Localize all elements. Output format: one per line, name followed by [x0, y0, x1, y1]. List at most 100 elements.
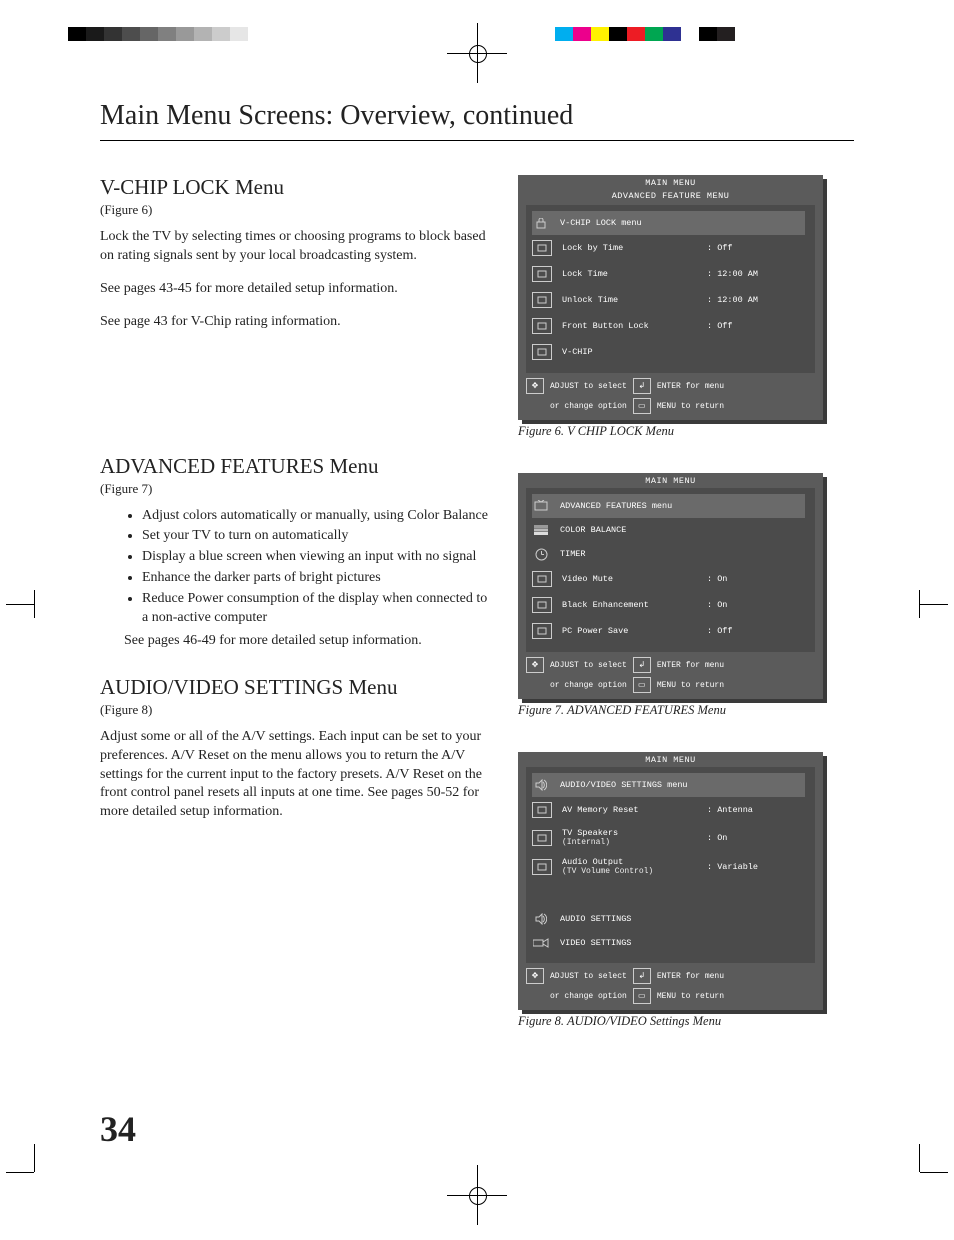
osd-item-sublabel: (Internal): [562, 838, 707, 847]
osd-item-label: AUDIO SETTINGS: [560, 914, 705, 924]
box-icon: [532, 802, 552, 818]
osd-menu-row: TV Speakers(Internal): On: [532, 823, 805, 852]
color-bars-icon: [532, 523, 550, 537]
hint-adjust: ADJUST to select: [550, 972, 627, 981]
hint-adjust: ADJUST to select: [550, 382, 627, 391]
osd-menu-row: TIMER: [532, 542, 805, 566]
osd-menu-row: Lock Time: 12:00 AM: [532, 261, 805, 287]
adv-bullet-list: Adjust colors automatically or manually,…: [100, 507, 490, 628]
osd-menu-row: V-CHIP: [532, 339, 805, 365]
osd-vchip-menu: MAIN MENU ADVANCED FEATURE MENU V-CHIP L…: [518, 175, 823, 420]
osd-item-sublabel: (TV Volume Control): [562, 867, 707, 876]
vchip-paragraph-3: See page 43 for V-Chip rating informatio…: [100, 313, 490, 332]
box-icon: [532, 597, 552, 613]
av-heading: AUDIO/VIDEO SETTINGS Menu: [100, 675, 490, 700]
osd-item-value: : Variable: [707, 862, 758, 872]
adv-bullet-item: Set your TV to turn on automatically: [142, 527, 490, 546]
adv-see-pages: See pages 46-49 for more detailed setup …: [124, 632, 490, 651]
tv-icon: [532, 499, 550, 513]
osd-item-label: V-CHIP LOCK menu: [560, 218, 705, 228]
osd-item-label: Lock Time: [562, 269, 707, 279]
adjust-icon: ✥: [526, 378, 544, 394]
hint-change: or change option: [550, 402, 627, 411]
osd-menu-row: COLOR BALANCE: [532, 518, 805, 542]
osd-item-label: PC Power Save: [562, 626, 707, 636]
vchip-heading: V-CHIP LOCK Menu: [100, 175, 490, 200]
adjust-icon: ✥: [526, 657, 544, 673]
osd-menu-row: Lock by Time: Off: [532, 235, 805, 261]
hint-menu: MENU to return: [657, 681, 724, 690]
clock-icon: [532, 547, 550, 561]
page-title: Main Menu Screens: Overview, continued: [100, 100, 854, 141]
osd-item-label: TIMER: [560, 549, 705, 559]
osd-menu-row: V-CHIP LOCK menu: [532, 211, 805, 235]
box-icon: [532, 859, 552, 875]
osd-item-label: V-CHIP: [562, 347, 707, 357]
osd-menu-row: Video Mute: On: [532, 566, 805, 592]
osd-item-label: AV Memory Reset: [562, 805, 707, 815]
osd-item-value: : On: [707, 600, 727, 610]
osd-menu-row: PC Power Save: Off: [532, 618, 805, 644]
osd-menu-row: VIDEO SETTINGS: [532, 931, 805, 955]
av-figure-ref: (Figure 8): [100, 702, 490, 718]
osd-item-label: Lock by Time: [562, 243, 707, 253]
speaker-icon: [532, 912, 550, 926]
osd-item-value: : 12:00 AM: [707, 269, 758, 279]
speaker-icon: [532, 778, 550, 792]
manual-page: Main Menu Screens: Overview, continued V…: [0, 0, 954, 1205]
osd-item-label: VIDEO SETTINGS: [560, 938, 705, 948]
vchip-paragraph-2: See pages 43-45 for more detailed setup …: [100, 280, 490, 299]
av-paragraph: Adjust some or all of the A/V settings. …: [100, 728, 490, 822]
osd-item-label: Video Mute: [562, 574, 707, 584]
box-icon: [532, 623, 552, 639]
osd-item-label: TV Speakers: [562, 828, 707, 838]
osd-hint-bar: ✥ ADJUST to select ↲ ENTER for menu or chang…: [518, 652, 823, 699]
hint-adjust: ADJUST to select: [550, 661, 627, 670]
adv-bullet-item: Display a blue screen when viewing an in…: [142, 548, 490, 567]
grayscale-calibration-bar: [68, 27, 248, 41]
osd-menu-row: AV Memory Reset: Antenna: [532, 797, 805, 823]
box-icon: [532, 318, 552, 334]
osd-item-value: : Off: [707, 321, 733, 331]
osd-item-value: : Off: [707, 243, 733, 253]
osd-subtitle: ADVANCED FEATURE MENU: [518, 188, 823, 205]
osd-title: MAIN MENU: [518, 473, 823, 488]
osd-menu-row: AUDIO/VIDEO SETTINGS menu: [532, 773, 805, 797]
hint-change: or change option: [550, 992, 627, 1001]
adv-figure-ref: (Figure 7): [100, 481, 490, 497]
enter-icon: ↲: [633, 657, 651, 673]
box-icon: [532, 266, 552, 282]
box-icon: [532, 830, 552, 846]
osd-item-label: AUDIO/VIDEO SETTINGS menu: [560, 780, 705, 790]
osd-item-value: : On: [707, 574, 727, 584]
crop-mark-bottom-left: [6, 1158, 44, 1186]
osd-item-label: COLOR BALANCE: [560, 525, 705, 535]
menu-icon: ▭: [633, 988, 651, 1004]
adjust-icon: ✥: [526, 968, 544, 984]
video-icon: [532, 936, 550, 950]
adv-bullet-item: Enhance the darker parts of bright pictu…: [142, 569, 490, 588]
osd-menu-row: ADVANCED FEATURES menu: [532, 494, 805, 518]
box-icon: [532, 344, 552, 360]
figure-6-caption: Figure 6. V CHIP LOCK Menu: [518, 424, 854, 439]
box-icon: [532, 571, 552, 587]
menu-icon: ▭: [633, 398, 651, 414]
osd-menu-row: AUDIO SETTINGS: [532, 907, 805, 931]
registration-mark-bottom: [432, 1150, 522, 1240]
osd-item-label: Front Button Lock: [562, 321, 707, 331]
box-icon: [532, 292, 552, 308]
figure-8-caption: Figure 8. AUDIO/VIDEO Settings Menu: [518, 1014, 854, 1029]
vchip-paragraph-1: Lock the TV by selecting times or choosi…: [100, 228, 490, 266]
hint-enter: ENTER for menu: [657, 661, 724, 670]
osd-hint-bar: ✥ADJUST to select↲ENTER for menuor chang…: [518, 373, 823, 420]
hint-change: or change option: [550, 681, 627, 690]
osd-title: MAIN MENU: [518, 752, 823, 767]
adv-bullet-item: Adjust colors automatically or manually,…: [142, 507, 490, 526]
osd-menu-row: Unlock Time: 12:00 AM: [532, 287, 805, 313]
figure-7-caption: Figure 7. ADVANCED FEATURES Menu: [518, 703, 854, 718]
adv-heading: ADVANCED FEATURES Menu: [100, 454, 490, 479]
osd-av-settings-menu: MAIN MENU AUDIO/VIDEO SETTINGS menu AV Me…: [518, 752, 823, 1010]
osd-item-value: : On: [707, 833, 727, 843]
enter-icon: ↲: [633, 378, 651, 394]
hint-menu: MENU to return: [657, 992, 724, 1001]
